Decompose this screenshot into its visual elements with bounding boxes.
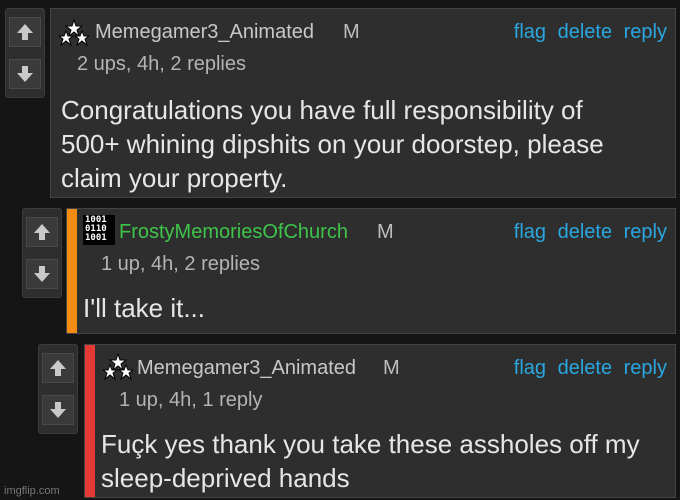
comment-body: Memegamer3_Animated M flag delete reply … xyxy=(84,344,676,498)
comment-body: Memegamer3_Animated M flag delete reply … xyxy=(50,8,676,198)
mod-badge: M xyxy=(343,21,360,43)
arrow-up-icon xyxy=(34,224,50,240)
username[interactable]: FrostyMemoriesOfChurch xyxy=(119,221,348,244)
downvote-button[interactable] xyxy=(26,259,58,289)
delete-link[interactable]: delete xyxy=(558,21,613,43)
comment-text-line: claim your property. xyxy=(61,163,288,193)
upvote-button[interactable] xyxy=(26,217,58,247)
flag-link[interactable]: flag xyxy=(514,221,546,243)
comment-meta: 1 up, 4h, 2 replies xyxy=(101,253,260,275)
vote-column xyxy=(38,344,78,434)
delete-link[interactable]: delete xyxy=(558,357,613,379)
vote-column xyxy=(22,208,62,298)
mod-badge: M xyxy=(377,221,394,243)
thread-accent-bar xyxy=(85,345,95,497)
comment-meta: 1 up, 4h, 1 reply xyxy=(119,389,263,411)
comment-body: 1001 0110 1001 FrostyMemoriesOfChurch M … xyxy=(66,208,676,334)
comment-actions: flag delete reply xyxy=(508,221,667,244)
upvote-button[interactable] xyxy=(9,17,41,47)
comment-text-line: Congratulations you have full responsibi… xyxy=(61,95,583,125)
flag-link[interactable]: flag xyxy=(514,357,546,379)
comment-text: I'll take it... xyxy=(83,291,663,325)
arrow-up-icon xyxy=(50,360,66,376)
watermark: imgflip.com xyxy=(4,485,60,497)
stars-triangle-icon[interactable] xyxy=(101,352,135,381)
stars-triangle-icon[interactable] xyxy=(57,18,91,47)
reply-link[interactable]: reply xyxy=(624,221,667,243)
arrow-down-icon xyxy=(34,266,50,282)
reply-link[interactable]: reply xyxy=(624,21,667,43)
comment-actions: flag delete reply xyxy=(508,357,667,380)
avatar-text-line: 1001 xyxy=(85,233,107,243)
mod-badge: M xyxy=(383,357,400,379)
comment-text-line: sleep-deprived hands xyxy=(101,463,350,493)
upvote-button[interactable] xyxy=(42,353,74,383)
comment-text-line: Fuçk yes thank you take these assholes o… xyxy=(101,429,640,459)
downvote-button[interactable] xyxy=(9,59,41,89)
comment-text: Congratulations you have full responsibi… xyxy=(61,93,671,195)
downvote-button[interactable] xyxy=(42,395,74,425)
arrow-down-icon xyxy=(17,66,33,82)
reply-link[interactable]: reply xyxy=(624,357,667,379)
thread-accent-bar xyxy=(67,209,77,333)
arrow-up-icon xyxy=(17,24,33,40)
delete-link[interactable]: delete xyxy=(558,221,613,243)
arrow-down-icon xyxy=(50,402,66,418)
comment-text-line: I'll take it... xyxy=(83,293,206,323)
comment-text: Fuçk yes thank you take these assholes o… xyxy=(101,427,671,495)
vote-column xyxy=(5,8,45,98)
comment-actions: flag delete reply xyxy=(508,21,667,44)
binary-pattern-icon[interactable]: 1001 0110 1001 xyxy=(83,215,115,245)
username[interactable]: Memegamer3_Animated xyxy=(137,357,356,380)
comment-meta: 2 ups, 4h, 2 replies xyxy=(77,53,246,75)
flag-link[interactable]: flag xyxy=(514,21,546,43)
username[interactable]: Memegamer3_Animated xyxy=(95,21,314,44)
comment-text-line: 500+ whining dipshits on your doorstep, … xyxy=(61,129,604,159)
